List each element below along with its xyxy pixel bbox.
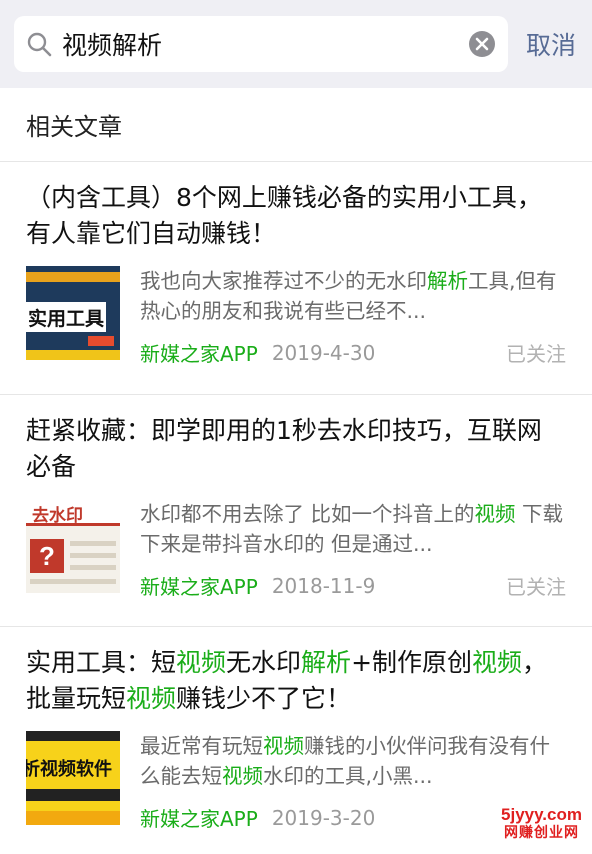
search-bar: 视频解析 取消 — [0, 0, 592, 88]
clear-icon[interactable] — [468, 30, 496, 58]
thumbnail-label: 去水印 — [32, 506, 83, 526]
watermark-name: 网赚创业网 — [504, 825, 580, 842]
site-watermark: 5jyyy.com 网赚创业网 — [501, 805, 582, 842]
article-thumbnail[interactable]: 实用工具 — [26, 266, 120, 360]
cancel-button[interactable]: 取消 — [526, 26, 576, 62]
article-item[interactable]: 赶紧收藏：即学即用的1秒去水印技巧，互联网必备 ? 去水印 水印都不用去除了 比… — [0, 394, 592, 626]
article-right: 水印都不用去除了 比如一个抖音上的视频 下载下来是带抖音水印的 但是通过... … — [140, 499, 566, 600]
search-box[interactable]: 视频解析 — [14, 16, 508, 72]
keyword-highlight: 视频 — [176, 648, 227, 677]
svg-text:?: ? — [39, 541, 55, 571]
article-title[interactable]: 实用工具：短视频无水印解析+制作原创视频，批量玩短视频赚钱少不了它！ — [26, 645, 566, 717]
article-snippet: 水印都不用去除了 比如一个抖音上的视频 下载下来是带抖音水印的 但是通过... — [140, 499, 566, 559]
article-date: 2019-4-30 — [271, 340, 376, 365]
article-meta: 新媒之家APP 2019-4-30 已关注 — [140, 338, 566, 367]
search-icon — [27, 32, 52, 57]
article-date: 2019-3-20 — [271, 805, 376, 830]
article-right: 我也向大家推荐过不少的无水印解析工具,但有热心的朋友和我说有些已经不... 新媒… — [140, 266, 566, 367]
text-fragment: 无水印 — [226, 648, 302, 677]
article-item[interactable]: （内含工具）8个网上赚钱必备的实用小工具，有人靠它们自动赚钱！ 实用工具 我也向… — [0, 162, 592, 394]
thumbnail-label: 析视频软件 — [26, 759, 112, 780]
keyword-highlight: 视频 — [222, 764, 263, 788]
text-fragment: 赚钱少不了它！ — [176, 684, 352, 713]
keyword-highlight: 解析 — [427, 269, 468, 293]
article-snippet: 最近常有玩短视频赚钱的小伙伴问我有没有什么能去短视频水印的工具,小黑... — [140, 731, 566, 791]
article-snippet: 我也向大家推荐过不少的无水印解析工具,但有热心的朋友和我说有些已经不... — [140, 266, 566, 326]
text-fragment: +制作原创 — [351, 648, 473, 677]
keyword-highlight: 解析 — [301, 648, 352, 677]
text-fragment: 最近常有玩短 — [140, 734, 263, 758]
thumbnail-label: 实用工具 — [28, 308, 105, 330]
follow-status: 已关注 — [506, 342, 566, 366]
text-fragment: 实用工具：短 — [26, 648, 177, 677]
article-source[interactable]: 新媒之家APP — [140, 571, 258, 600]
keyword-highlight: 视频 — [263, 734, 304, 758]
keyword-highlight: 视频 — [472, 648, 523, 677]
article-thumbnail[interactable]: ? 去水印 — [26, 499, 120, 593]
search-input[interactable]: 视频解析 — [62, 26, 468, 62]
watermark-site: 5jyyy.com — [501, 804, 582, 824]
article-body: ? 去水印 水印都不用去除了 比如一个抖音上的视频 下载下来是带抖音水印的 但是… — [26, 499, 566, 600]
follow-status: 已关注 — [506, 575, 566, 599]
article-body: 实用工具 我也向大家推荐过不少的无水印解析工具,但有热心的朋友和我说有些已经不.… — [26, 266, 566, 367]
text-fragment: 我也向大家推荐过不少的无水印 — [140, 269, 427, 293]
article-thumbnail[interactable]: 析视频软件 — [26, 731, 120, 825]
article-source[interactable]: 新媒之家APP — [140, 338, 258, 367]
keyword-highlight: 视频 — [474, 502, 516, 526]
article-title[interactable]: 赶紧收藏：即学即用的1秒去水印技巧，互联网必备 — [26, 413, 566, 485]
article-title[interactable]: （内含工具）8个网上赚钱必备的实用小工具，有人靠它们自动赚钱！ — [26, 180, 566, 252]
article-meta: 新媒之家APP 2018-11-9 已关注 — [140, 571, 566, 600]
keyword-highlight: 视频 — [126, 684, 177, 713]
article-body: 析视频软件 最近常有玩短视频赚钱的小伙伴问我有没有什么能去短视频水印的工具,小黑… — [26, 731, 566, 832]
article-date: 2018-11-9 — [271, 573, 376, 598]
article-source[interactable]: 新媒之家APP — [140, 803, 258, 832]
section-title: 相关文章 — [0, 88, 592, 162]
text-fragment: 水印都不用去除了 比如一个抖音上的 — [140, 502, 475, 526]
text-fragment: 水印的工具,小黑... — [263, 764, 433, 788]
